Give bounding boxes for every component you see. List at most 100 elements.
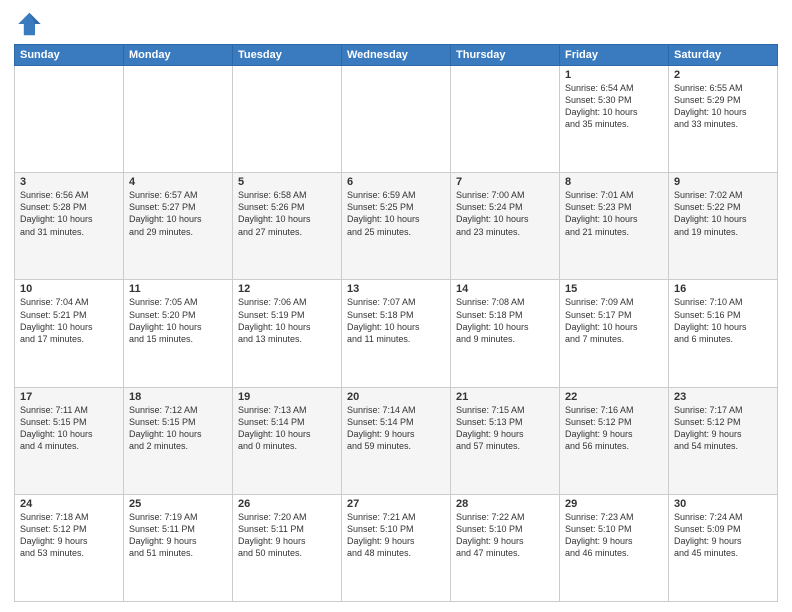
- header: [14, 10, 778, 38]
- calendar-day-cell: [342, 66, 451, 173]
- calendar-day-cell: 14Sunrise: 7:08 AM Sunset: 5:18 PM Dayli…: [451, 280, 560, 387]
- day-info: Sunrise: 7:19 AM Sunset: 5:11 PM Dayligh…: [129, 511, 227, 560]
- day-info: Sunrise: 7:11 AM Sunset: 5:15 PM Dayligh…: [20, 404, 118, 453]
- day-number: 29: [565, 498, 663, 510]
- day-number: 19: [238, 391, 336, 403]
- day-info: Sunrise: 7:08 AM Sunset: 5:18 PM Dayligh…: [456, 296, 554, 345]
- calendar-day-cell: 27Sunrise: 7:21 AM Sunset: 5:10 PM Dayli…: [342, 494, 451, 601]
- calendar-day-cell: 7Sunrise: 7:00 AM Sunset: 5:24 PM Daylig…: [451, 173, 560, 280]
- day-info: Sunrise: 6:55 AM Sunset: 5:29 PM Dayligh…: [674, 82, 772, 131]
- calendar-week-row: 10Sunrise: 7:04 AM Sunset: 5:21 PM Dayli…: [15, 280, 778, 387]
- day-number: 1: [565, 69, 663, 81]
- day-info: Sunrise: 6:59 AM Sunset: 5:25 PM Dayligh…: [347, 189, 445, 238]
- day-number: 5: [238, 176, 336, 188]
- calendar-day-cell: 12Sunrise: 7:06 AM Sunset: 5:19 PM Dayli…: [233, 280, 342, 387]
- day-number: 3: [20, 176, 118, 188]
- calendar-day-cell: 24Sunrise: 7:18 AM Sunset: 5:12 PM Dayli…: [15, 494, 124, 601]
- day-info: Sunrise: 7:18 AM Sunset: 5:12 PM Dayligh…: [20, 511, 118, 560]
- calendar-day-cell: 21Sunrise: 7:15 AM Sunset: 5:13 PM Dayli…: [451, 387, 560, 494]
- day-number: 17: [20, 391, 118, 403]
- day-number: 13: [347, 283, 445, 295]
- day-number: 16: [674, 283, 772, 295]
- page: SundayMondayTuesdayWednesdayThursdayFrid…: [0, 0, 792, 612]
- calendar-day-cell: 11Sunrise: 7:05 AM Sunset: 5:20 PM Dayli…: [124, 280, 233, 387]
- calendar-day-cell: 22Sunrise: 7:16 AM Sunset: 5:12 PM Dayli…: [560, 387, 669, 494]
- day-info: Sunrise: 7:15 AM Sunset: 5:13 PM Dayligh…: [456, 404, 554, 453]
- calendar-header-thursday: Thursday: [451, 45, 560, 66]
- calendar-day-cell: 17Sunrise: 7:11 AM Sunset: 5:15 PM Dayli…: [15, 387, 124, 494]
- day-number: 22: [565, 391, 663, 403]
- day-info: Sunrise: 6:58 AM Sunset: 5:26 PM Dayligh…: [238, 189, 336, 238]
- day-info: Sunrise: 7:06 AM Sunset: 5:19 PM Dayligh…: [238, 296, 336, 345]
- calendar-week-row: 17Sunrise: 7:11 AM Sunset: 5:15 PM Dayli…: [15, 387, 778, 494]
- day-number: 11: [129, 283, 227, 295]
- day-number: 30: [674, 498, 772, 510]
- day-info: Sunrise: 7:16 AM Sunset: 5:12 PM Dayligh…: [565, 404, 663, 453]
- calendar-day-cell: 16Sunrise: 7:10 AM Sunset: 5:16 PM Dayli…: [669, 280, 778, 387]
- calendar-day-cell: 8Sunrise: 7:01 AM Sunset: 5:23 PM Daylig…: [560, 173, 669, 280]
- logo: [14, 10, 46, 38]
- calendar-day-cell: 3Sunrise: 6:56 AM Sunset: 5:28 PM Daylig…: [15, 173, 124, 280]
- day-info: Sunrise: 7:05 AM Sunset: 5:20 PM Dayligh…: [129, 296, 227, 345]
- calendar-header-monday: Monday: [124, 45, 233, 66]
- day-number: 28: [456, 498, 554, 510]
- day-info: Sunrise: 7:20 AM Sunset: 5:11 PM Dayligh…: [238, 511, 336, 560]
- calendar-header-tuesday: Tuesday: [233, 45, 342, 66]
- calendar-day-cell: 5Sunrise: 6:58 AM Sunset: 5:26 PM Daylig…: [233, 173, 342, 280]
- day-number: 26: [238, 498, 336, 510]
- day-info: Sunrise: 7:12 AM Sunset: 5:15 PM Dayligh…: [129, 404, 227, 453]
- day-number: 9: [674, 176, 772, 188]
- calendar-day-cell: 30Sunrise: 7:24 AM Sunset: 5:09 PM Dayli…: [669, 494, 778, 601]
- calendar-header-friday: Friday: [560, 45, 669, 66]
- day-number: 25: [129, 498, 227, 510]
- day-info: Sunrise: 7:13 AM Sunset: 5:14 PM Dayligh…: [238, 404, 336, 453]
- day-info: Sunrise: 7:22 AM Sunset: 5:10 PM Dayligh…: [456, 511, 554, 560]
- day-number: 7: [456, 176, 554, 188]
- calendar-day-cell: 18Sunrise: 7:12 AM Sunset: 5:15 PM Dayli…: [124, 387, 233, 494]
- day-info: Sunrise: 7:24 AM Sunset: 5:09 PM Dayligh…: [674, 511, 772, 560]
- day-number: 8: [565, 176, 663, 188]
- calendar-day-cell: 26Sunrise: 7:20 AM Sunset: 5:11 PM Dayli…: [233, 494, 342, 601]
- day-number: 27: [347, 498, 445, 510]
- day-info: Sunrise: 7:04 AM Sunset: 5:21 PM Dayligh…: [20, 296, 118, 345]
- day-number: 2: [674, 69, 772, 81]
- calendar-day-cell: 15Sunrise: 7:09 AM Sunset: 5:17 PM Dayli…: [560, 280, 669, 387]
- calendar-week-row: 1Sunrise: 6:54 AM Sunset: 5:30 PM Daylig…: [15, 66, 778, 173]
- day-number: 10: [20, 283, 118, 295]
- calendar-day-cell: 9Sunrise: 7:02 AM Sunset: 5:22 PM Daylig…: [669, 173, 778, 280]
- calendar-day-cell: 2Sunrise: 6:55 AM Sunset: 5:29 PM Daylig…: [669, 66, 778, 173]
- day-number: 24: [20, 498, 118, 510]
- calendar-header-saturday: Saturday: [669, 45, 778, 66]
- calendar-table: SundayMondayTuesdayWednesdayThursdayFrid…: [14, 44, 778, 602]
- day-info: Sunrise: 7:14 AM Sunset: 5:14 PM Dayligh…: [347, 404, 445, 453]
- day-number: 6: [347, 176, 445, 188]
- day-info: Sunrise: 6:54 AM Sunset: 5:30 PM Dayligh…: [565, 82, 663, 131]
- day-info: Sunrise: 7:17 AM Sunset: 5:12 PM Dayligh…: [674, 404, 772, 453]
- calendar-week-row: 3Sunrise: 6:56 AM Sunset: 5:28 PM Daylig…: [15, 173, 778, 280]
- calendar-day-cell: [124, 66, 233, 173]
- day-number: 14: [456, 283, 554, 295]
- calendar-day-cell: 10Sunrise: 7:04 AM Sunset: 5:21 PM Dayli…: [15, 280, 124, 387]
- calendar-day-cell: 6Sunrise: 6:59 AM Sunset: 5:25 PM Daylig…: [342, 173, 451, 280]
- day-number: 23: [674, 391, 772, 403]
- calendar-day-cell: 13Sunrise: 7:07 AM Sunset: 5:18 PM Dayli…: [342, 280, 451, 387]
- day-info: Sunrise: 7:02 AM Sunset: 5:22 PM Dayligh…: [674, 189, 772, 238]
- day-info: Sunrise: 7:07 AM Sunset: 5:18 PM Dayligh…: [347, 296, 445, 345]
- calendar-day-cell: 29Sunrise: 7:23 AM Sunset: 5:10 PM Dayli…: [560, 494, 669, 601]
- calendar-day-cell: 25Sunrise: 7:19 AM Sunset: 5:11 PM Dayli…: [124, 494, 233, 601]
- day-info: Sunrise: 7:23 AM Sunset: 5:10 PM Dayligh…: [565, 511, 663, 560]
- calendar-day-cell: [233, 66, 342, 173]
- day-number: 12: [238, 283, 336, 295]
- day-info: Sunrise: 7:21 AM Sunset: 5:10 PM Dayligh…: [347, 511, 445, 560]
- day-number: 18: [129, 391, 227, 403]
- calendar-header-sunday: Sunday: [15, 45, 124, 66]
- calendar-day-cell: [15, 66, 124, 173]
- logo-icon: [14, 10, 42, 38]
- calendar-day-cell: 4Sunrise: 6:57 AM Sunset: 5:27 PM Daylig…: [124, 173, 233, 280]
- calendar-day-cell: 1Sunrise: 6:54 AM Sunset: 5:30 PM Daylig…: [560, 66, 669, 173]
- day-number: 4: [129, 176, 227, 188]
- calendar-header-row: SundayMondayTuesdayWednesdayThursdayFrid…: [15, 45, 778, 66]
- day-info: Sunrise: 6:56 AM Sunset: 5:28 PM Dayligh…: [20, 189, 118, 238]
- calendar-week-row: 24Sunrise: 7:18 AM Sunset: 5:12 PM Dayli…: [15, 494, 778, 601]
- day-info: Sunrise: 7:01 AM Sunset: 5:23 PM Dayligh…: [565, 189, 663, 238]
